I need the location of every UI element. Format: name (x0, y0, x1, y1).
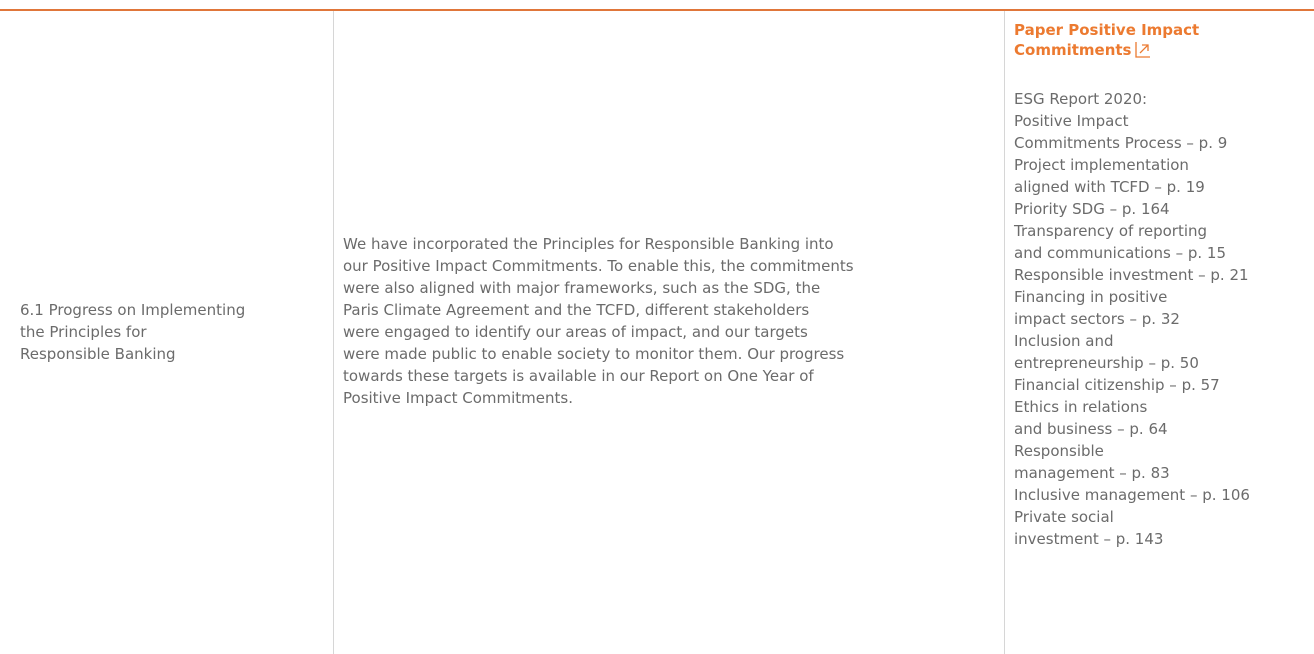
description-line: Positive Impact Commitments. (343, 389, 573, 407)
description-line: our Positive Impact Commitments. To enab… (343, 257, 854, 275)
reference-line: impact sectors – p. 32 (1014, 310, 1180, 328)
reference-line: Responsible (1014, 442, 1104, 460)
reference-line: management – p. 83 (1014, 464, 1170, 482)
reference-line: Inclusion and (1014, 332, 1114, 350)
reference-line: investment – p. 143 (1014, 530, 1164, 548)
link-text: Commitments (1014, 41, 1132, 59)
reference-line: Transparency of reporting (1014, 222, 1208, 240)
description-line: were engaged to identify our areas of im… (343, 323, 808, 341)
description-line: towards these targets is available in ou… (343, 367, 814, 385)
topic-cell: 6.1 Progress on Implementing the Princip… (20, 299, 310, 365)
reference-line: ESG Report 2020: (1014, 90, 1148, 108)
reference-line: Private social (1014, 508, 1114, 526)
description-line: were also aligned with major frameworks,… (343, 279, 821, 297)
reference-list: ESG Report 2020: Positive Impact Commitm… (1014, 88, 1314, 550)
reference-line: Priority SDG – p. 164 (1014, 200, 1170, 218)
reference-line: Financing in positive (1014, 288, 1168, 306)
reference-line: and communications – p. 15 (1014, 244, 1226, 262)
reference-line: aligned with TCFD – p. 19 (1014, 178, 1205, 196)
description-line: We have incorporated the Principles for … (343, 235, 834, 253)
reference-line: Project implementation (1014, 156, 1189, 174)
link-text-line: Commitments (1014, 40, 1314, 60)
references-cell: Paper Positive Impact Commitments ESG Re… (1014, 20, 1314, 550)
reference-line: Ethics in relations (1014, 398, 1148, 416)
reference-line: Commitments Process – p. 9 (1014, 134, 1228, 152)
topic-line: the Principles for (20, 323, 147, 341)
description-line: Paris Climate Agreement and the TCFD, di… (343, 301, 810, 319)
description-cell: We have incorporated the Principles for … (343, 233, 998, 409)
reference-line: and business – p. 64 (1014, 420, 1168, 438)
reference-line: entrepreneurship – p. 50 (1014, 354, 1199, 372)
column-divider-2 (1004, 11, 1005, 654)
external-link-icon (1135, 42, 1151, 58)
column-divider-1 (333, 11, 334, 654)
description-line: were made public to enable society to mo… (343, 345, 845, 363)
topic-line: Responsible Banking (20, 345, 176, 363)
reference-line: Positive Impact (1014, 112, 1129, 130)
table-top-rule (0, 9, 1314, 11)
topic-line: 6.1 Progress on Implementing (20, 301, 246, 319)
reference-line: Inclusive management – p. 106 (1014, 486, 1250, 504)
reference-line: Responsible investment – p. 21 (1014, 266, 1249, 284)
link-text-line: Paper Positive Impact (1014, 21, 1200, 39)
reference-line: Financial citizenship – p. 57 (1014, 376, 1220, 394)
positive-impact-commitments-link[interactable]: Paper Positive Impact Commitments (1014, 20, 1314, 60)
